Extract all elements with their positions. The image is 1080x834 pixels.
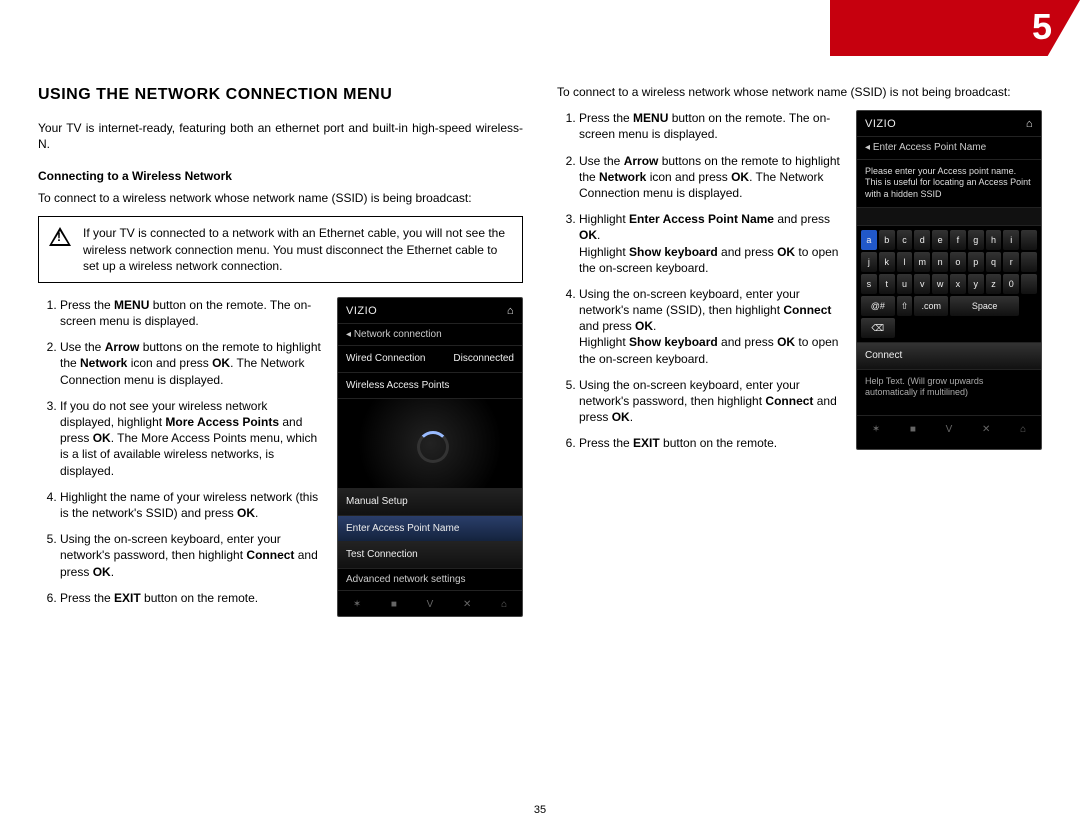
step-item: Use the Arrow buttons on the remote to h… bbox=[60, 339, 323, 388]
key-0: 0 bbox=[1003, 274, 1019, 294]
key-j: j bbox=[861, 252, 877, 272]
step-item: Press the EXIT button on the remote. bbox=[579, 435, 842, 451]
step-item: Press the MENU button on the remote. The… bbox=[60, 297, 323, 329]
ss1-wired-label: Wired Connection bbox=[346, 352, 425, 366]
footer-btn: ■ bbox=[910, 423, 916, 437]
key-Space: Space bbox=[950, 296, 1019, 316]
key-x: ⇧ bbox=[897, 296, 913, 316]
key-b: b bbox=[879, 230, 895, 250]
key-n: n bbox=[932, 252, 948, 272]
step-item: Use the Arrow buttons on the remote to h… bbox=[579, 153, 842, 202]
footer-btn: ⌂ bbox=[1020, 423, 1026, 437]
chapter-number: 5 bbox=[1032, 6, 1052, 48]
ss1-wired-status: Disconnected bbox=[453, 352, 514, 366]
subsection-title: Connecting to a Wireless Network bbox=[38, 168, 523, 184]
home-icon: ⌂ bbox=[1026, 117, 1033, 132]
key-a: a bbox=[861, 230, 877, 250]
left-column: USING THE NETWORK CONNECTION MENU Your T… bbox=[38, 84, 523, 617]
ss1-footer: ✶ ■ V ✕ ⌂ bbox=[338, 590, 522, 617]
step-item: Using the on-screen keyboard, enter your… bbox=[60, 531, 323, 580]
screenshot-network-menu: VIZIO ⌂ ◂ Network connection Wired Conne… bbox=[337, 297, 523, 617]
footer-btn: V bbox=[427, 598, 434, 612]
key-r: r bbox=[1003, 252, 1019, 272]
key-x: x bbox=[950, 274, 966, 294]
step-item: Highlight the name of your wireless netw… bbox=[60, 489, 323, 521]
key-d: d bbox=[914, 230, 930, 250]
ss2-hint: Please enter your Access point name. Thi… bbox=[857, 159, 1041, 207]
lead-hidden: To connect to a wireless network whose n… bbox=[557, 84, 1042, 100]
chapter-tab: 5 bbox=[830, 0, 1080, 56]
footer-btn: ✕ bbox=[982, 423, 990, 437]
key-o: o bbox=[950, 252, 966, 272]
ss2-title: Enter Access Point Name bbox=[873, 142, 986, 153]
footer-btn: ✶ bbox=[872, 423, 880, 437]
ss1-wap-label: Wireless Access Points bbox=[346, 379, 449, 393]
right-column: To connect to a wireless network whose n… bbox=[557, 84, 1042, 617]
page-number: 35 bbox=[534, 804, 546, 816]
ss1-advanced: Advanced network settings bbox=[338, 568, 522, 591]
key-s: s bbox=[861, 274, 877, 294]
footer-btn: ■ bbox=[391, 598, 397, 612]
key-c: c bbox=[897, 230, 913, 250]
steps-hidden: Press the MENU button on the remote. The… bbox=[557, 110, 842, 451]
footer-btn: ✕ bbox=[463, 598, 471, 612]
key-u: u bbox=[897, 274, 913, 294]
ss1-brand: VIZIO bbox=[346, 304, 377, 319]
ss2-connect: Connect bbox=[857, 342, 1041, 369]
step-item: Using the on-screen keyboard, enter your… bbox=[579, 377, 842, 426]
key-h: h bbox=[986, 230, 1002, 250]
ss2-help: Help Text. (Will grow upwards automatica… bbox=[857, 369, 1041, 415]
key-l: l bbox=[897, 252, 913, 272]
step-item: Using the on-screen keyboard, enter your… bbox=[579, 286, 842, 367]
ss1-item-test: Test Connection bbox=[338, 541, 522, 568]
key-q: q bbox=[986, 252, 1002, 272]
footer-btn: ⌂ bbox=[501, 598, 507, 612]
key-w: w bbox=[932, 274, 948, 294]
screenshot-keyboard: VIZIO ⌂ ◂ Enter Access Point Name Please… bbox=[856, 110, 1042, 450]
warning-text: If your TV is connected to a network wit… bbox=[83, 226, 505, 272]
key-xcom: .com bbox=[914, 296, 948, 316]
onscreen-keyboard: abcdefghi jklmnopqr stuvwxyz0 @#⇧.comSpace ⌫ bbox=[857, 225, 1041, 343]
key-g: g bbox=[968, 230, 984, 250]
key-y: y bbox=[968, 274, 984, 294]
step-item: Highlight Enter Access Point Name and pr… bbox=[579, 211, 842, 276]
loading-spinner-icon bbox=[338, 398, 522, 488]
step-item: Press the MENU button on the remote. The… bbox=[579, 110, 842, 142]
step-item: If you do not see your wireless network … bbox=[60, 398, 323, 479]
key-m: m bbox=[914, 252, 930, 272]
intro-paragraph: Your TV is internet-ready, featuring bot… bbox=[38, 120, 523, 152]
warning-icon-bang: ! bbox=[57, 229, 61, 245]
key-f: f bbox=[950, 230, 966, 250]
ss1-item-enter-ap: Enter Access Point Name bbox=[338, 515, 522, 542]
ss2-brand: VIZIO bbox=[865, 117, 896, 132]
key-t: t bbox=[879, 274, 895, 294]
steps-broadcast: Press the MENU button on the remote. The… bbox=[38, 297, 323, 606]
ss2-footer: ✶ ■ V ✕ ⌂ bbox=[857, 415, 1041, 443]
key-z: z bbox=[986, 274, 1002, 294]
ss1-item-manual: Manual Setup bbox=[338, 488, 522, 515]
home-icon: ⌂ bbox=[507, 304, 514, 319]
key-k: k bbox=[879, 252, 895, 272]
key-v: v bbox=[914, 274, 930, 294]
key-p: p bbox=[968, 252, 984, 272]
lead-broadcast: To connect to a wireless network whose n… bbox=[38, 190, 523, 206]
key-e: e bbox=[932, 230, 948, 250]
footer-btn: ✶ bbox=[353, 598, 361, 612]
footer-btn: V bbox=[946, 423, 953, 437]
key-i: i bbox=[1003, 230, 1019, 250]
key-x: ⌫ bbox=[861, 318, 895, 338]
step-item: Press the EXIT button on the remote. bbox=[60, 590, 323, 606]
page-heading: USING THE NETWORK CONNECTION MENU bbox=[38, 84, 523, 106]
warning-box: ! If your TV is connected to a network w… bbox=[38, 216, 523, 283]
key-xx: @# bbox=[861, 296, 895, 316]
ss1-title: Network connection bbox=[354, 329, 442, 340]
